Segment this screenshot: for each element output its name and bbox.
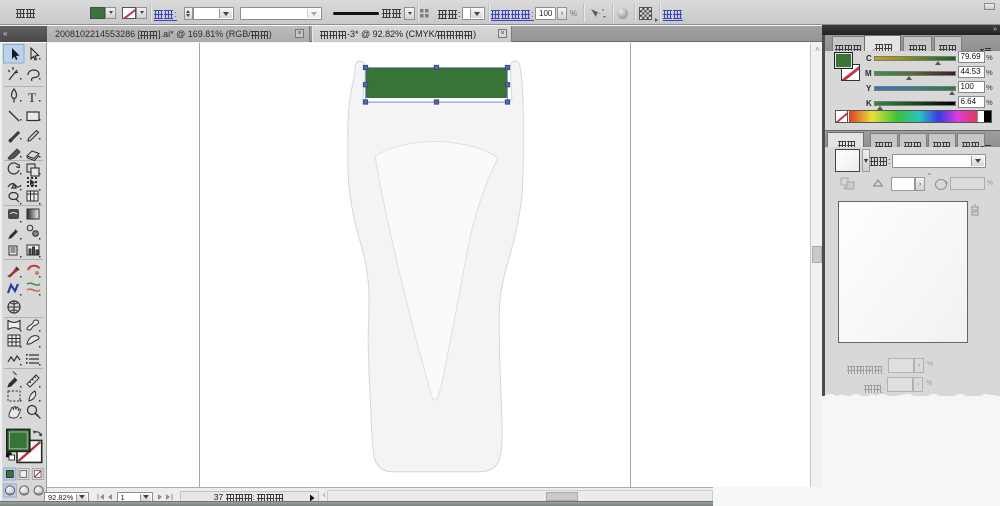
svg-text:T: T [28, 90, 36, 105]
